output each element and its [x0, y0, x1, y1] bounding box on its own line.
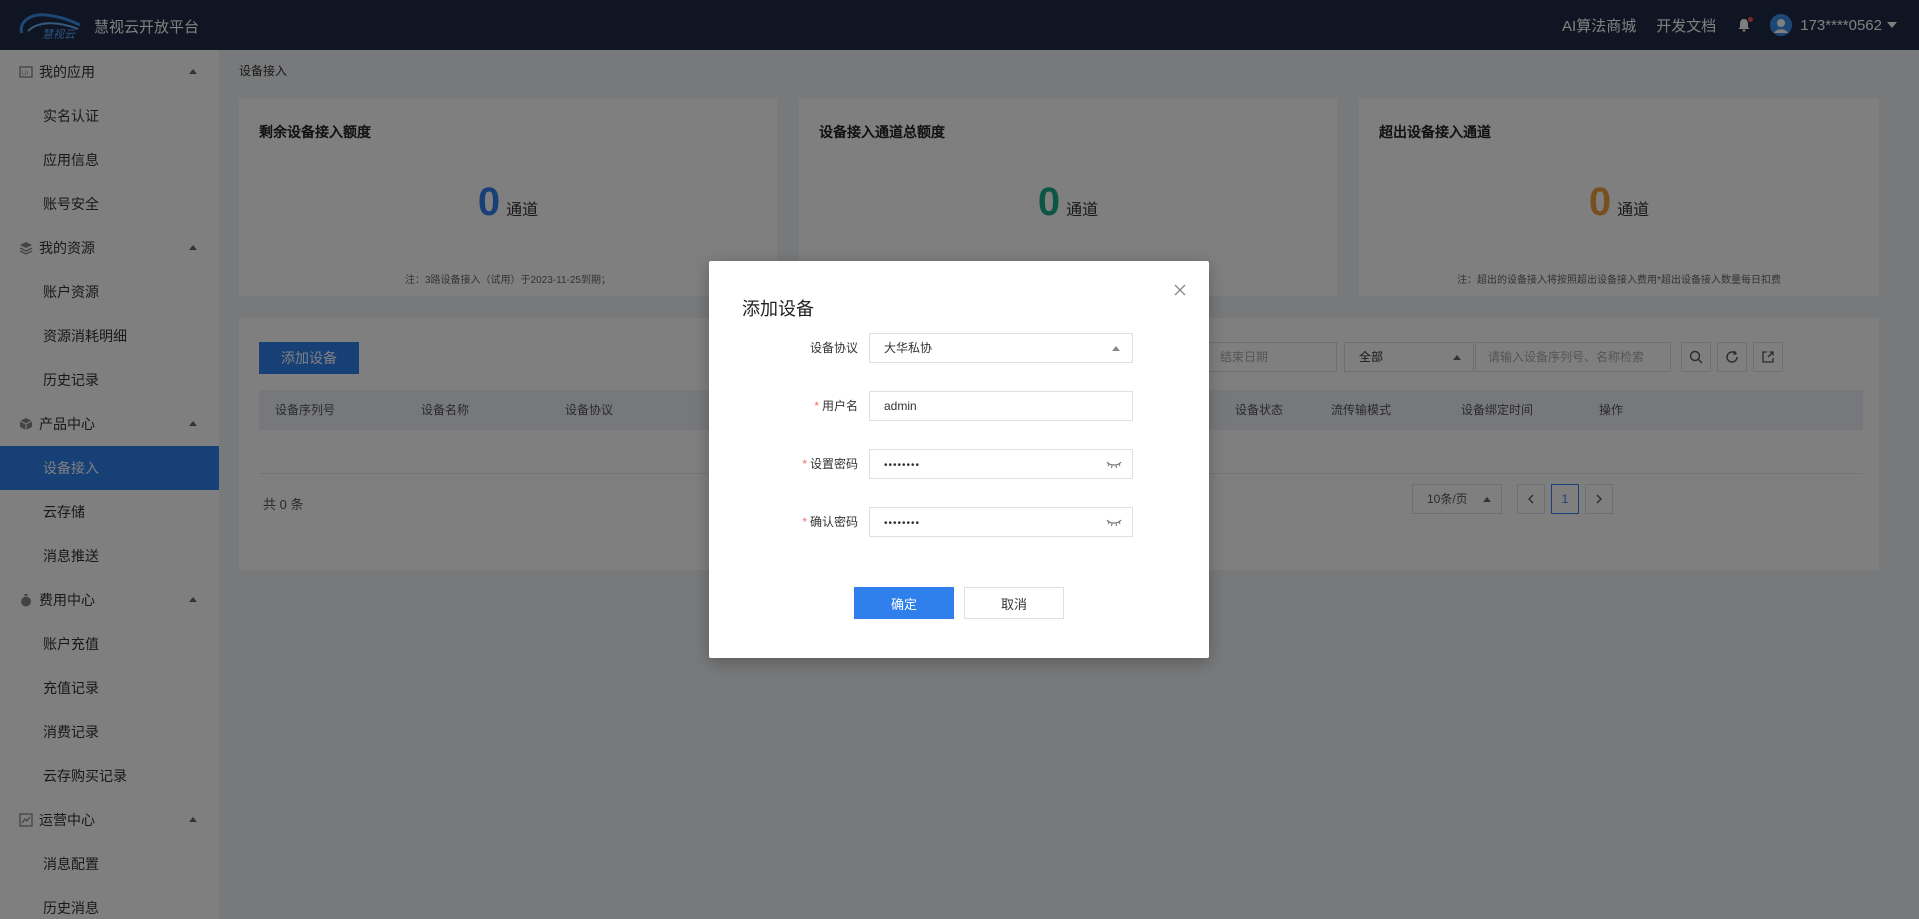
field-label-text: 设置密码 — [809, 457, 858, 471]
protocol-value: 大华私协 — [884, 341, 933, 355]
add-device-dialog: 添加设备 设备协议 大华私协 * 用户名 admin * 设置密码 ••••••••… — [709, 261, 1209, 658]
cancel-button[interactable]: 取消 — [964, 587, 1064, 619]
eye-closed-icon[interactable] — [1106, 459, 1122, 469]
password-input[interactable]: •••••••• — [869, 449, 1133, 479]
form-row-username: * 用户名 admin — [709, 391, 1209, 421]
password-value: •••••••• — [884, 460, 921, 471]
required-mark: * — [802, 457, 807, 471]
close-icon[interactable] — [1173, 283, 1187, 297]
field-label-text: 用户名 — [821, 399, 858, 413]
required-mark: * — [802, 515, 807, 529]
username-input[interactable]: admin — [869, 391, 1133, 421]
confirm-password-input[interactable]: •••••••• — [869, 507, 1133, 537]
field-label: 设备协议 — [809, 341, 858, 355]
confirm-button[interactable]: 确定 — [854, 587, 954, 619]
field-label: * 确认密码 — [802, 507, 858, 537]
dialog-title: 添加设备 — [742, 299, 814, 319]
field-label: * 用户名 — [814, 391, 858, 421]
form-row-protocol: 设备协议 大华私协 — [709, 333, 1209, 363]
chevron-up-icon — [1112, 346, 1120, 351]
form-row-confirm-password: * 确认密码 •••••••• — [709, 507, 1209, 537]
eye-closed-icon[interactable] — [1106, 517, 1122, 527]
field-label-text: 确认密码 — [809, 515, 858, 529]
required-mark: * — [814, 399, 819, 413]
form-row-password: * 设置密码 •••••••• — [709, 449, 1209, 479]
protocol-select[interactable]: 大华私协 — [869, 333, 1133, 363]
confirm-password-value: •••••••• — [884, 518, 921, 529]
field-label: * 设置密码 — [802, 449, 858, 479]
